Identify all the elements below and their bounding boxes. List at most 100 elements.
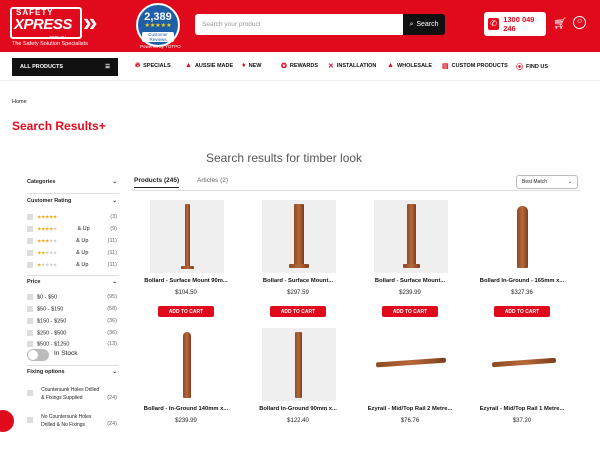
filter-heading: Customer Rating: [27, 198, 72, 204]
price-label: $500 - $1250: [37, 341, 70, 348]
product-card[interactable]: Bollard In-Ground 90mm x... $122.40: [244, 328, 352, 453]
nav-rewards[interactable]: ✪ REWARDS: [281, 62, 318, 70]
diamond-icon: ♦: [242, 62, 246, 69]
breadcrumb[interactable]: Home: [12, 99, 27, 105]
rating-option-5[interactable]: ★★★★★ (3): [27, 214, 117, 220]
add-to-cart-button[interactable]: ADD TO CART: [382, 306, 438, 317]
product-name[interactable]: Bollard - In-Ground 140mm x...: [132, 406, 240, 412]
product-name[interactable]: Bollard - Surface Mount...: [244, 278, 352, 284]
filter-customer-rating[interactable]: Customer Rating ⌄: [27, 198, 117, 204]
product-image[interactable]: [374, 328, 448, 401]
sort-select[interactable]: Best Match ⌄: [516, 175, 578, 189]
tab-articles[interactable]: Articles (2): [197, 177, 228, 187]
product-name[interactable]: Bollard - Surface Mount...: [356, 278, 464, 284]
rating-option-4[interactable]: ★★★★★ & Up (9): [27, 226, 117, 232]
checkbox[interactable]: [27, 238, 33, 244]
fixing-option[interactable]: Countersunk Holes Drilled & Fixings Supp…: [27, 386, 117, 402]
product-price: $104.50: [175, 290, 197, 296]
rating-count: (11): [107, 262, 117, 269]
price-option[interactable]: $500 - $1250 (13): [27, 341, 117, 347]
checkbox[interactable]: [27, 390, 33, 396]
product-card[interactable]: Bollard - Surface Mount 90m... $104.50 A…: [132, 200, 240, 325]
search-input[interactable]: [195, 14, 403, 35]
rating-option-1[interactable]: ★★★★★ & Up (11): [27, 262, 117, 268]
product-image[interactable]: [486, 200, 560, 273]
product-image[interactable]: [150, 328, 224, 401]
checkbox[interactable]: [27, 318, 33, 324]
rail-image: [375, 357, 447, 368]
chevron-down-icon: ⌄: [112, 198, 117, 204]
nav-new[interactable]: ♦ NEW: [242, 62, 261, 69]
rating-suffix: & Up: [76, 262, 89, 269]
triangle-icon: ▲: [185, 62, 192, 69]
product-image[interactable]: [262, 328, 336, 401]
nav-installation[interactable]: ✕ INSTALLATION: [328, 62, 376, 70]
nav-aussie-made[interactable]: ▲ AUSSIE MADE: [185, 62, 233, 69]
in-stock-toggle[interactable]: [27, 349, 49, 361]
product-card[interactable]: Bollard In-Ground - 165mm x... $327.36 A…: [468, 200, 576, 325]
account-icon[interactable]: ☺: [573, 16, 586, 29]
product-name[interactable]: Bollard - Surface Mount 90m...: [132, 278, 240, 284]
all-products-button[interactable]: ALL PRODUCTS ☰: [12, 58, 118, 76]
phone-button[interactable]: ✆ 1300 049 246: [484, 12, 546, 36]
nav-custom-products[interactable]: ▤ CUSTOM PRODUCTS: [442, 62, 508, 70]
rating-option-3[interactable]: ★★★★★ & Up (11): [27, 238, 117, 244]
search-button[interactable]: ⌕ Search: [403, 14, 445, 35]
nav-find-us[interactable]: ⦿ FIND US: [516, 62, 548, 72]
checkbox[interactable]: [27, 417, 33, 423]
safety-xpress-logo[interactable]: SAFETY XPRESS .com.au »: [10, 7, 102, 41]
product-card[interactable]: Bollard - In-Ground 140mm x... $239.99: [132, 328, 240, 453]
product-name[interactable]: Bollard In-Ground 90mm x...: [244, 406, 352, 412]
search-results-heading-text: Search results for timber look: [206, 151, 363, 165]
tab-products[interactable]: Products (245): [134, 177, 180, 188]
product-name[interactable]: Ezyrail - Mid/Top Rail 2 Metre...: [356, 406, 464, 412]
product-card[interactable]: Ezyrail - Mid/Top Rail 2 Metre... $76.76: [356, 328, 464, 453]
product-image[interactable]: [150, 200, 224, 273]
price-option[interactable]: $0 - $50 (95): [27, 294, 117, 300]
nav-label: AUSSIE MADE: [194, 62, 234, 69]
product-price: $37.20: [512, 418, 532, 424]
search-button-label: Search: [416, 21, 439, 28]
product-card[interactable]: Ezyrail - Mid/Top Rail 1 Metre... $37.20: [468, 328, 576, 453]
all-products-label: ALL PRODUCTS: [20, 64, 63, 70]
checkbox[interactable]: [27, 262, 33, 268]
checkbox[interactable]: [27, 214, 33, 220]
fixing-option[interactable]: No Countersunk Holes Drilled & No Fixing…: [27, 413, 117, 429]
product-card[interactable]: Bollard - Surface Mount... $297.59 ADD T…: [244, 200, 352, 325]
nav-label: REWARDS: [289, 63, 318, 69]
product-image[interactable]: [374, 200, 448, 273]
product-image[interactable]: [486, 328, 560, 401]
product-card[interactable]: Bollard - Surface Mount... $239.99 ADD T…: [356, 200, 464, 325]
add-to-cart-button[interactable]: ADD TO CART: [158, 306, 214, 317]
product-name[interactable]: Ezyrail - Mid/Top Rail 1 Metre...: [468, 406, 576, 412]
checkbox[interactable]: [27, 250, 33, 256]
add-to-cart-button[interactable]: ADD TO CART: [494, 306, 550, 317]
price-option[interactable]: $250 - $500 (36): [27, 330, 117, 336]
ribbon-icon: ✪: [281, 63, 287, 70]
checkbox[interactable]: [27, 341, 33, 347]
price-option[interactable]: $150 - $250 (36): [27, 318, 117, 324]
price-label: $0 - $50: [37, 294, 58, 301]
checkbox[interactable]: [27, 330, 33, 336]
filter-price[interactable]: Price ⌄: [27, 279, 117, 285]
rating-count: (11): [107, 238, 117, 245]
nav-specials[interactable]: 🔥︎ SPECIALS: [135, 62, 171, 70]
product-name[interactable]: Bollard In-Ground - 165mm x...: [468, 278, 576, 284]
checkbox[interactable]: [27, 226, 33, 232]
product-price: $297.59: [287, 290, 309, 296]
bollard-base: [181, 266, 194, 269]
product-image[interactable]: [262, 200, 336, 273]
nav-wholesale[interactable]: ▲ WHOLESALE: [387, 62, 432, 69]
rating-suffix: & Up: [76, 238, 89, 245]
review-stars: ★★★★★: [144, 23, 172, 29]
reviews-badge[interactable]: 2,389 ★★★★★ Customer Reviews: [136, 3, 180, 47]
cart-icon[interactable]: 🛒︎: [553, 17, 567, 30]
filter-categories[interactable]: Categories ⌄: [27, 179, 117, 185]
add-to-cart-button[interactable]: ADD TO CART: [270, 306, 326, 317]
price-option[interactable]: $50 - $150 (58): [27, 306, 117, 312]
checkbox[interactable]: [27, 306, 33, 312]
chat-button[interactable]: [0, 410, 14, 432]
filter-fixing-options[interactable]: Fixing options ⌄: [27, 369, 117, 375]
rating-option-2[interactable]: ★★★★★ & Up (11): [27, 250, 117, 256]
checkbox[interactable]: [27, 294, 33, 300]
